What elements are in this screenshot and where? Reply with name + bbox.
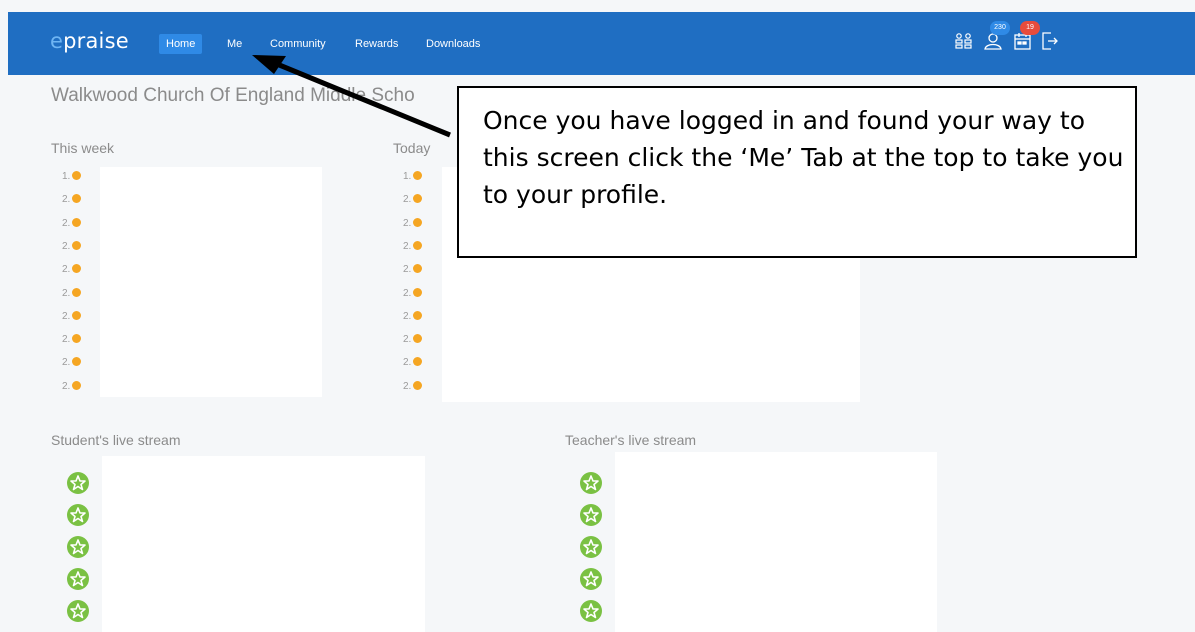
nav-rewards[interactable]: Rewards bbox=[348, 34, 405, 54]
student-stream-title: Student's live stream bbox=[51, 432, 181, 448]
logo-text: praise bbox=[63, 29, 129, 53]
rank-badge-icon bbox=[72, 264, 82, 274]
rank-number: 2. bbox=[403, 240, 412, 252]
star-icon bbox=[580, 472, 602, 494]
nav-home[interactable]: Home bbox=[159, 34, 203, 54]
rank-item: 2. bbox=[403, 357, 423, 369]
rank-number: 2. bbox=[62, 194, 71, 206]
this-week-panel bbox=[100, 167, 322, 397]
rank-item: 2. bbox=[62, 310, 82, 322]
rank-item: 2. bbox=[62, 357, 82, 369]
rank-item: 2. bbox=[62, 287, 82, 299]
rank-item: 2. bbox=[403, 217, 423, 229]
rank-badge-icon bbox=[72, 380, 82, 390]
rank-item: 2. bbox=[403, 240, 423, 252]
rank-badge-icon bbox=[72, 171, 82, 180]
teacher-stream-panel bbox=[615, 452, 937, 632]
star-icon bbox=[67, 568, 89, 590]
notifications-badge: 230 bbox=[990, 21, 1010, 35]
rank-number: 2. bbox=[403, 357, 412, 369]
teacher-stream-title: Teacher's live stream bbox=[565, 432, 697, 448]
rank-badge-icon bbox=[413, 217, 423, 227]
rank-number: 2. bbox=[62, 334, 71, 346]
rank-item: 2. bbox=[62, 334, 82, 346]
rank-number: 1. bbox=[62, 171, 71, 182]
rank-badge-icon bbox=[413, 194, 423, 204]
rank-number: 2. bbox=[62, 287, 71, 299]
rank-number: 2. bbox=[62, 240, 71, 252]
rank-item: 2. bbox=[62, 264, 82, 276]
rank-badge-icon bbox=[413, 287, 423, 297]
star-icon bbox=[67, 504, 89, 526]
users-group-icon-svg bbox=[955, 33, 972, 49]
rank-badge-icon bbox=[413, 357, 423, 367]
logout-icon-svg bbox=[1042, 32, 1058, 50]
star-icon bbox=[67, 472, 89, 494]
rank-item: 2. bbox=[403, 380, 423, 392]
navbar: epraise Home Me Community Rewards Downlo… bbox=[8, 12, 1195, 75]
rank-item: 2. bbox=[403, 310, 423, 322]
rank-number: 1. bbox=[403, 171, 412, 182]
rank-badge-icon bbox=[72, 357, 82, 367]
rank-badge-icon bbox=[72, 217, 82, 227]
rank-badge-icon bbox=[413, 310, 423, 320]
star-icon bbox=[580, 568, 602, 590]
rank-item: 2. bbox=[403, 287, 423, 299]
logo[interactable]: epraise bbox=[50, 29, 129, 53]
star-icon bbox=[580, 504, 602, 526]
rank-item: 2. bbox=[403, 194, 423, 206]
rank-number: 2. bbox=[62, 310, 71, 322]
today-title: Today bbox=[393, 140, 431, 156]
rank-number: 2. bbox=[403, 334, 412, 346]
star-icon bbox=[67, 600, 89, 622]
rank-number: 2. bbox=[62, 380, 71, 392]
logout-icon[interactable] bbox=[1038, 30, 1060, 54]
user-notifications-icon[interactable]: 230 bbox=[982, 21, 1010, 54]
rank-number: 2. bbox=[403, 310, 412, 322]
rank-item: 2. bbox=[62, 240, 82, 252]
nav-downloads[interactable]: Downloads bbox=[419, 34, 487, 54]
rank-number: 2. bbox=[403, 287, 412, 299]
rank-item: 2. bbox=[403, 334, 423, 346]
messages-badge: 19 bbox=[1020, 21, 1040, 35]
rank-item: 2. bbox=[62, 217, 82, 229]
rank-number: 2. bbox=[62, 217, 71, 229]
rank-badge-icon bbox=[413, 171, 423, 180]
calendar-messages-icon[interactable]: 19 bbox=[1012, 21, 1040, 54]
rank-number: 2. bbox=[403, 264, 412, 276]
rank-badge-icon bbox=[72, 287, 82, 297]
rank-number: 2. bbox=[62, 357, 71, 369]
rank-item: 2. bbox=[62, 194, 82, 206]
rank-badge-icon bbox=[413, 380, 423, 390]
rank-badge-icon bbox=[72, 310, 82, 320]
this-week-title: This week bbox=[51, 140, 115, 156]
rank-item: 1. bbox=[403, 171, 423, 182]
rank-badge-icon bbox=[413, 240, 423, 250]
nav-community[interactable]: Community bbox=[263, 34, 333, 54]
rank-number: 2. bbox=[403, 380, 412, 392]
rank-item: 2. bbox=[62, 380, 82, 392]
rank-item: 2. bbox=[403, 264, 423, 276]
school-name: Walkwood Church Of England Middle Scho bbox=[51, 85, 415, 106]
rank-number: 2. bbox=[62, 264, 71, 276]
instruction-callout: Once you have logged in and found your w… bbox=[457, 86, 1137, 258]
star-icon bbox=[580, 600, 602, 622]
rank-number: 2. bbox=[403, 217, 412, 229]
nav-me[interactable]: Me bbox=[220, 34, 249, 54]
star-icon bbox=[580, 536, 602, 558]
rank-badge-icon bbox=[72, 240, 82, 250]
rank-item: 1. bbox=[62, 171, 82, 182]
logo-e: e bbox=[50, 29, 64, 53]
users-group-icon[interactable] bbox=[953, 30, 975, 54]
student-stream-panel bbox=[102, 456, 425, 632]
rank-number: 2. bbox=[403, 194, 412, 206]
rank-badge-icon bbox=[72, 194, 82, 204]
star-icon bbox=[67, 536, 89, 558]
rank-badge-icon bbox=[413, 264, 423, 274]
rank-badge-icon bbox=[413, 334, 423, 344]
rank-badge-icon bbox=[72, 334, 82, 344]
